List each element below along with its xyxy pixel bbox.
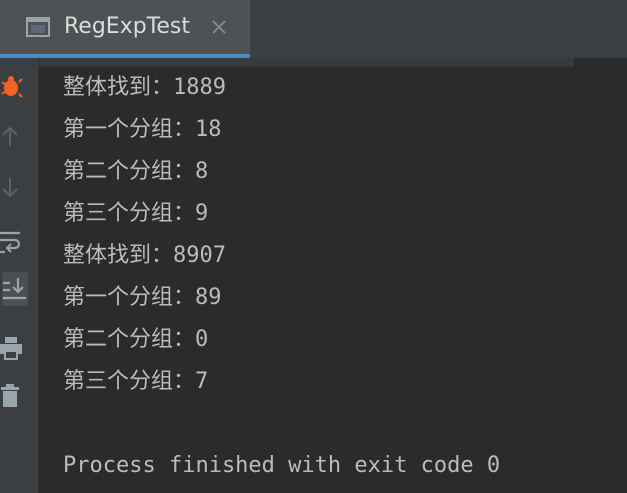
run-tool-window: RegExpTest 整体找到：1889 第一个分组：18 第二个分组：8 第三…	[0, 0, 627, 493]
console-output[interactable]: 整体找到：1889 第一个分组：18 第二个分组：8 第三个分组：9 整体找到：…	[39, 58, 627, 493]
console-line: 第三个分组：9	[63, 201, 209, 226]
close-icon[interactable]	[210, 18, 228, 36]
console-line: 第一个分组：18	[63, 117, 222, 142]
console-line: 第三个分组：7	[63, 369, 209, 394]
tab-title: RegExpTest	[64, 14, 191, 39]
console-line: 第一个分组：89	[63, 285, 222, 310]
console-window-icon	[26, 17, 50, 37]
next-occurrence-button[interactable]	[0, 172, 30, 206]
print-button[interactable]	[0, 332, 30, 366]
console-line: 整体找到：8907	[63, 243, 226, 268]
console-line-exit-status: Process finished with exit code 0	[63, 453, 501, 478]
horizontal-scrollbar[interactable]	[39, 58, 574, 67]
tab-bar: RegExpTest	[0, 0, 627, 58]
console-toolbar	[0, 58, 39, 493]
arrow-down-icon	[2, 178, 18, 198]
previous-occurrence-button[interactable]	[0, 120, 30, 154]
console-line: 整体找到：1889	[63, 75, 226, 100]
tab-regexptest[interactable]: RegExpTest	[0, 0, 250, 58]
debug-button[interactable]	[0, 70, 30, 104]
arrow-up-icon	[2, 126, 18, 146]
console-line: 第二个分组：8	[63, 159, 209, 184]
print-icon	[0, 337, 22, 360]
scroll-to-end-button[interactable]	[2, 272, 28, 306]
clear-all-button[interactable]	[0, 380, 30, 414]
soft-wrap-icon	[0, 231, 21, 254]
console-line: 第二个分组：0	[63, 327, 209, 352]
trash-icon	[1, 384, 19, 407]
scroll-to-end-icon	[3, 278, 26, 300]
soft-wrap-button[interactable]	[0, 224, 30, 258]
debug-bug-icon	[1, 76, 23, 98]
